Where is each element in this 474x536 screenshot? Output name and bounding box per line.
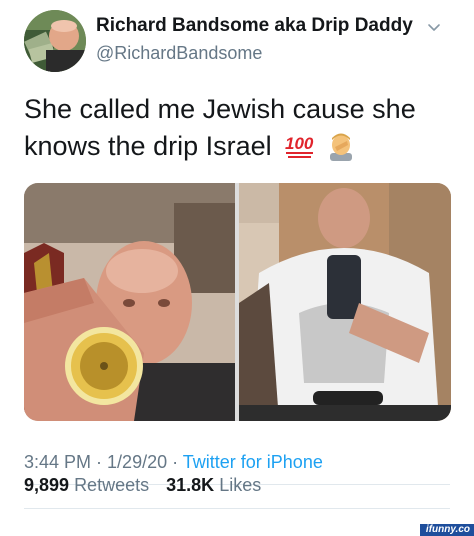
tweet-date[interactable]: 1/29/20 [107,452,167,472]
watermark: ifunny.co [419,524,474,536]
tweet-stats: 9,899 Retweets 31.8K Likes [24,475,261,496]
tweet-source-link[interactable]: Twitter for iPhone [183,452,323,472]
display-name[interactable]: Richard Bandsome aka Drip Daddy [96,15,413,37]
separator: · [91,452,108,472]
tweet-time[interactable]: 3:44 PM [24,452,91,472]
retweets-stat[interactable]: 9,899 Retweets [24,475,149,495]
likes-label: Likes [219,475,262,495]
photo-mirror-selfie[interactable] [239,183,451,421]
man-facepalming-emoji [329,133,352,161]
chevron-down-icon[interactable] [424,18,444,38]
retweets-count: 9,899 [24,475,70,495]
tweet-text: She called me Jewish cause she knows the… [24,91,454,165]
avatar[interactable] [24,10,86,72]
likes-stat[interactable]: 31.8K Likes [166,475,261,495]
retweets-label: Retweets [74,475,150,495]
likes-count: 31.8K [166,475,215,495]
divider [24,508,450,509]
tweet-media[interactable] [24,183,451,421]
tweet-body: She called me Jewish cause she knows the… [24,94,416,161]
tweet-timestamp: 3:44 PM · 1/29/20 · Twitter for iPhone [24,452,323,473]
avatar-image [24,10,86,72]
separator: · [167,452,183,472]
photo-watch-selfie[interactable] [24,183,235,421]
svg-text:100: 100 [285,134,314,153]
user-handle[interactable]: @RichardBandsome [96,43,262,64]
hundred-points-emoji: 100 [285,134,314,158]
